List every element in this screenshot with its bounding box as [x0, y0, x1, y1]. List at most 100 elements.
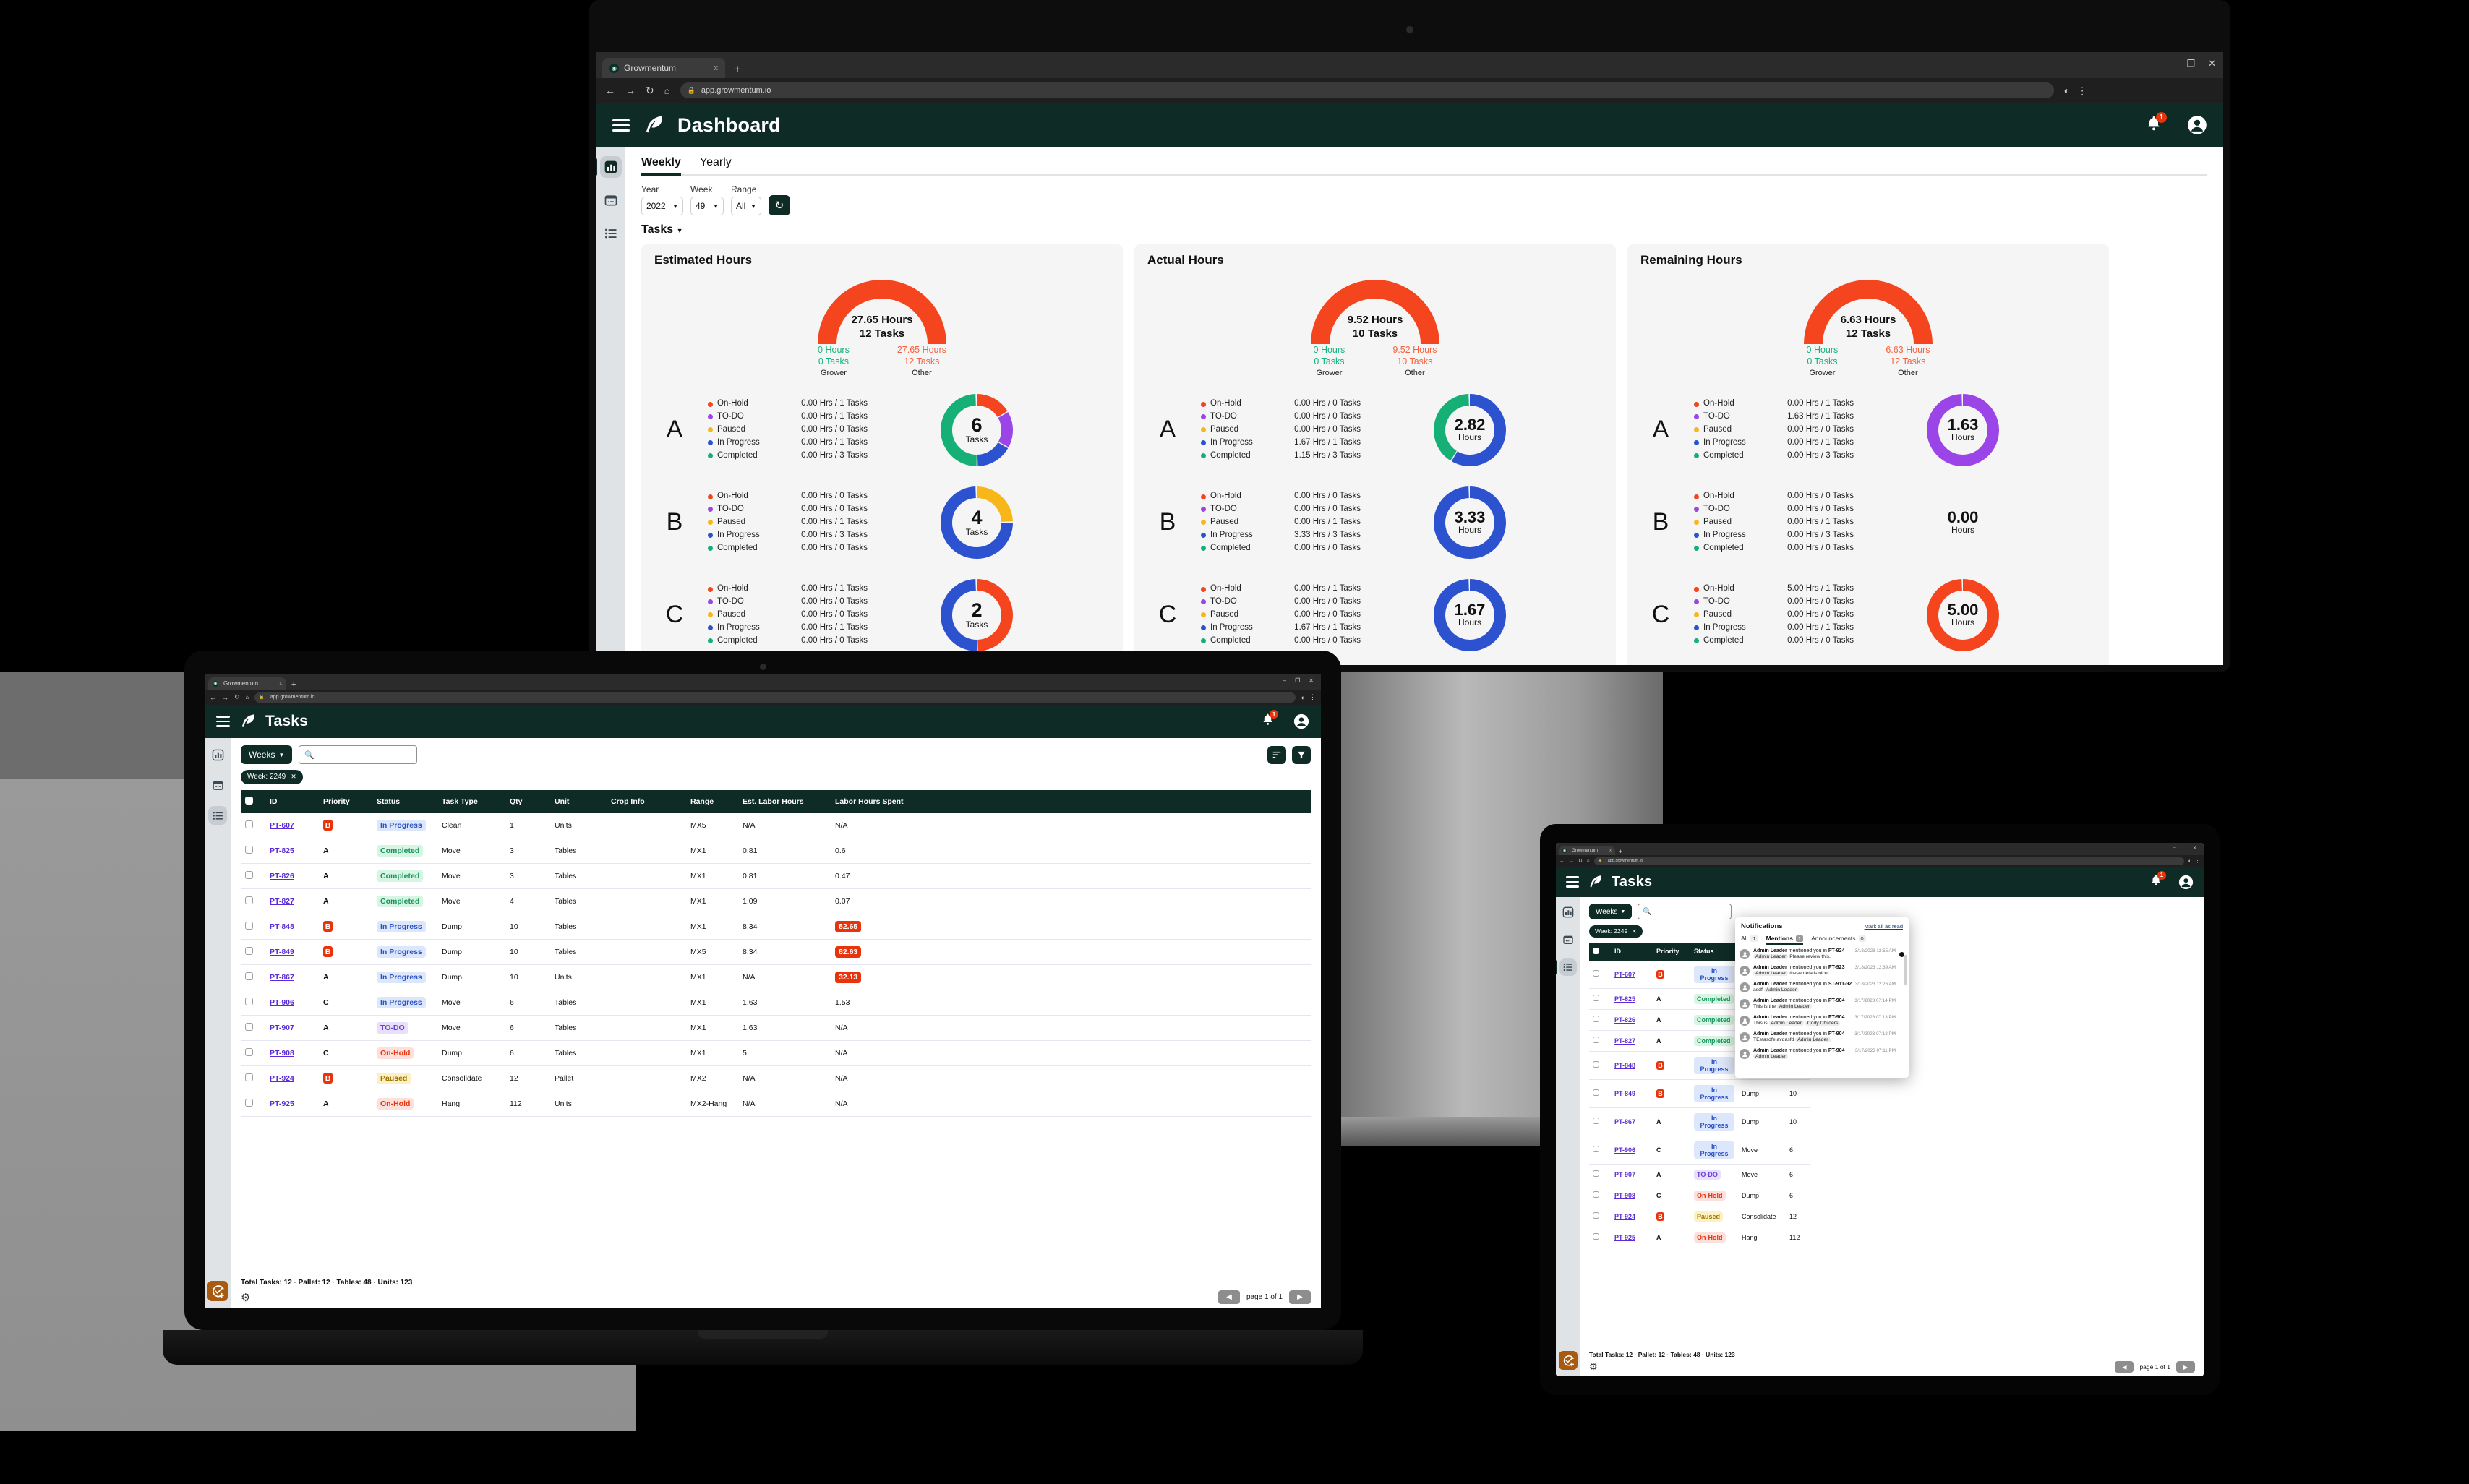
week-filter-chip[interactable]: Week: 2249 ✕	[1589, 925, 1643, 938]
row-checkbox[interactable]	[1593, 1191, 1599, 1198]
column-header[interactable]: Status	[372, 789, 437, 813]
table-settings-gear[interactable]: ⚙	[241, 1291, 250, 1304]
row-checkbox[interactable]	[1593, 1233, 1599, 1240]
user-avatar-icon[interactable]	[1293, 713, 1309, 729]
table-row[interactable]: PT-906 C In Progress Move 6 Tables MX1 1.63 1.53	[241, 990, 1311, 1016]
menu-icon[interactable]	[1566, 876, 1579, 888]
table-row[interactable]: PT-908 C On-Hold Dump 6	[1589, 1185, 2195, 1206]
task-id-link[interactable]: PT-826	[1614, 1016, 1635, 1024]
add-task-fab[interactable]	[207, 1281, 228, 1301]
new-tab-button[interactable]: +	[1619, 848, 1622, 855]
row-checkbox[interactable]	[245, 896, 253, 904]
row-checkbox[interactable]	[1593, 1118, 1599, 1124]
sidebar-item-tasks[interactable]	[205, 806, 227, 825]
forward-icon[interactable]: →	[625, 85, 636, 96]
task-id-link[interactable]: PT-925	[270, 1099, 294, 1108]
table-row[interactable]: PT-906 C In Progress Move 6	[1589, 1136, 2195, 1165]
column-header[interactable]: Crop Info	[607, 789, 686, 813]
notification-item[interactable]: Admin Leader mentioned you in ST-911-921…	[1735, 979, 1909, 995]
task-id-link[interactable]: PT-849	[1614, 1090, 1635, 1097]
address-bar[interactable]: 🔒 app.growmentum.io	[1593, 857, 2184, 865]
table-row[interactable]: PT-924 B Paused Consolidate 12	[1589, 1206, 2195, 1227]
table-row[interactable]: PT-826 A Completed Move 3 Tables MX1 0.81 0.47	[241, 863, 1311, 889]
refresh-button[interactable]: ↻	[769, 195, 790, 215]
row-checkbox[interactable]	[245, 997, 253, 1005]
forward-icon[interactable]: →	[1569, 859, 1574, 864]
task-id-link[interactable]: PT-607	[270, 821, 294, 830]
row-checkbox[interactable]	[245, 1073, 253, 1081]
close-tab-icon[interactable]: x	[1609, 849, 1612, 853]
task-id-link[interactable]: PT-906	[1614, 1146, 1635, 1154]
table-row[interactable]: PT-849 B In Progress Dump 10	[1589, 1079, 2195, 1108]
notifications-list[interactable]: Admin Leader mentioned you in PT-924 Admi…	[1735, 945, 1909, 1065]
next-page-button[interactable]: ▶	[2176, 1361, 2195, 1373]
task-id-link[interactable]: PT-907	[1614, 1171, 1635, 1178]
table-row[interactable]: PT-907 A TO-DO Move 6	[1589, 1164, 2195, 1185]
filter-button[interactable]	[1292, 745, 1311, 764]
column-header[interactable]: Status	[1690, 942, 1738, 961]
week-select[interactable]: 49 ▼	[690, 197, 724, 215]
task-id-link[interactable]: PT-827	[1614, 1037, 1635, 1045]
task-id-link[interactable]: PT-908	[1614, 1192, 1635, 1199]
window-close-button[interactable]: ✕	[1309, 677, 1314, 684]
notif-tab-announcements[interactable]: Announcements 0	[1811, 932, 1866, 945]
row-checkbox[interactable]	[1593, 1212, 1599, 1219]
new-tab-button[interactable]: +	[291, 680, 296, 689]
table-row[interactable]: PT-908 C On-Hold Dump 6 Tables MX1 5 N/A	[241, 1040, 1311, 1066]
search-input[interactable]	[1654, 907, 1750, 916]
row-checkbox[interactable]	[1593, 995, 1599, 1001]
sidebar-item-calendar[interactable]	[208, 776, 227, 794]
sidebar-item-tasks[interactable]	[600, 223, 622, 244]
weeks-dropdown-button[interactable]: Weeks ▼	[1589, 904, 1633, 919]
row-checkbox[interactable]	[245, 845, 253, 854]
extensions-icon[interactable]: ◐	[2064, 85, 2070, 96]
sidebar-item-calendar[interactable]	[1559, 931, 1577, 948]
year-select[interactable]: 2022 ▼	[641, 197, 683, 215]
row-checkbox[interactable]	[1593, 1146, 1599, 1152]
sort-button[interactable]	[1267, 745, 1286, 764]
forward-icon[interactable]: →	[222, 694, 228, 701]
table-row[interactable]: PT-925 A On-Hold Hang 112	[1589, 1227, 2195, 1248]
task-id-link[interactable]: PT-849	[270, 948, 294, 956]
window-maximize-button[interactable]: ❐	[2186, 58, 2195, 69]
window-minimize-button[interactable]: –	[2168, 58, 2173, 69]
window-maximize-button[interactable]: ❐	[2183, 846, 2186, 851]
column-header[interactable]: Unit	[550, 789, 607, 813]
column-header[interactable]: Range	[686, 789, 738, 813]
weeks-dropdown-button[interactable]: Weeks ▼	[241, 745, 293, 764]
column-header[interactable]: Priority	[1653, 942, 1690, 961]
task-id-link[interactable]: PT-867	[270, 973, 294, 982]
table-row[interactable]: PT-925 A On-Hold Hang 112 Units MX2-Hang N/A N/A	[241, 1091, 1311, 1117]
row-checkbox[interactable]	[1593, 970, 1599, 977]
reload-icon[interactable]: ↻	[1578, 858, 1583, 864]
notifications-bell[interactable]: 1	[1261, 710, 1278, 730]
row-checkbox[interactable]	[1593, 1170, 1599, 1177]
task-id-link[interactable]: PT-826	[270, 872, 294, 880]
back-icon[interactable]: ←	[1559, 859, 1565, 864]
table-row[interactable]: PT-607 B In Progress Clean 1 Units MX5 N/A N/A	[241, 812, 1311, 838]
extensions-icon[interactable]: ◐	[2188, 859, 2191, 864]
close-tab-icon[interactable]: x	[714, 64, 719, 72]
table-row[interactable]: PT-825 A Completed Move 3 Tables MX1 0.81 0.6	[241, 838, 1311, 864]
user-avatar-icon[interactable]	[2187, 115, 2207, 135]
sidebar-item-calendar[interactable]	[600, 189, 622, 211]
notifications-scrollbar[interactable]	[1904, 955, 1907, 985]
row-checkbox[interactable]	[245, 946, 253, 955]
tab-yearly[interactable]: Yearly	[700, 156, 732, 174]
window-close-button[interactable]: ✕	[2193, 846, 2196, 851]
column-header[interactable]: Task Type	[437, 789, 505, 813]
menu-icon[interactable]	[216, 716, 230, 727]
table-settings-gear[interactable]: ⚙	[1589, 1361, 1598, 1373]
task-id-link[interactable]: PT-848	[1614, 1062, 1635, 1069]
close-tab-icon[interactable]: x	[280, 681, 283, 686]
task-id-link[interactable]: PT-908	[270, 1049, 294, 1058]
next-page-button[interactable]: ▶	[1289, 1290, 1311, 1304]
mark-all-as-read-link[interactable]: Mark all as read	[1865, 923, 1903, 930]
select-all-checkbox[interactable]	[245, 796, 253, 805]
notif-tab-all[interactable]: All 1	[1741, 932, 1758, 945]
window-minimize-button[interactable]: –	[1283, 677, 1286, 684]
menu-icon[interactable]	[612, 119, 630, 132]
new-tab-button[interactable]: +	[734, 62, 741, 77]
reload-icon[interactable]: ↻	[234, 693, 240, 701]
row-checkbox[interactable]	[245, 1098, 253, 1107]
